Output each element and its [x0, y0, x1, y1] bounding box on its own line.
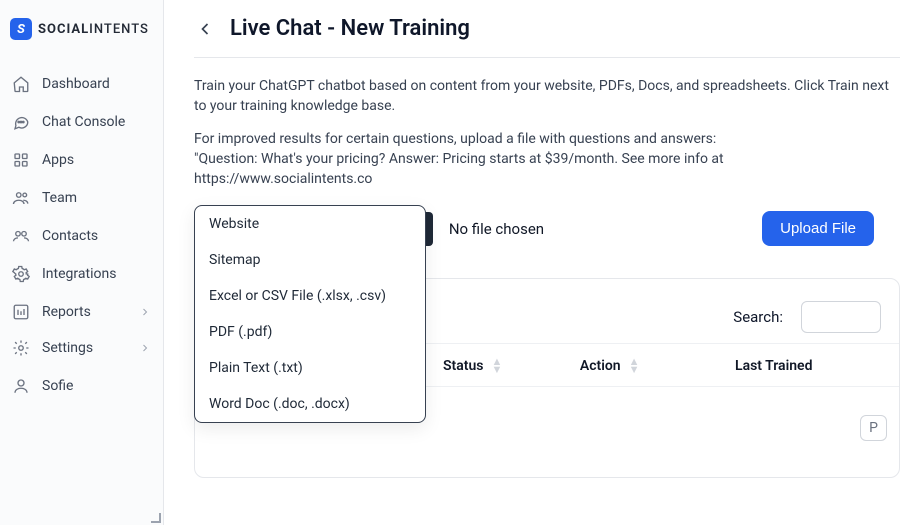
dropdown-item-pdf[interactable]: PDF (.pdf): [195, 314, 425, 350]
search-label: Search:: [733, 308, 791, 326]
dropdown-item-excel-csv[interactable]: Excel or CSV File (.xlsx, .csv): [195, 278, 425, 314]
gear-icon: [12, 265, 30, 283]
sort-icon: ▲▼: [629, 358, 640, 374]
chart-icon: [12, 303, 30, 321]
title-row: Live Chat - New Training: [194, 16, 900, 58]
dropdown-item-sitemap[interactable]: Sitemap: [195, 242, 425, 278]
sidebar-item-dashboard[interactable]: Dashboard: [2, 66, 161, 102]
intro-paragraph-1: Train your ChatGPT chatbot based on cont…: [194, 76, 900, 117]
training-type-dropdown-menu: Website Sitemap Excel or CSV File (.xlsx…: [194, 205, 426, 423]
sidebar-item-label: Settings: [42, 340, 93, 356]
brand-icon: S: [10, 18, 32, 40]
sidebar-item-label: Integrations: [42, 266, 116, 282]
user-icon: [12, 377, 30, 395]
intro-paragraph-2: For improved results for certain questio…: [194, 129, 900, 190]
file-status: No file chosen: [449, 220, 544, 238]
sidebar-item-team[interactable]: Team: [2, 180, 161, 216]
upload-file-button[interactable]: Upload File: [762, 211, 874, 246]
sidebar-item-label: Dashboard: [42, 76, 110, 92]
pager-button[interactable]: P: [860, 415, 887, 441]
primary-nav: Dashboard Chat Console Apps Team: [0, 66, 163, 330]
sidebar-item-label: Apps: [42, 152, 74, 168]
chevron-right-icon: [139, 342, 151, 354]
back-button[interactable]: [194, 18, 216, 40]
upload-file-label: Upload File: [780, 220, 856, 237]
sidebar-item-apps[interactable]: Apps: [2, 142, 161, 178]
users-icon: [12, 189, 30, 207]
dropdown-item-word-doc[interactable]: Word Doc (.doc, .docx): [195, 386, 425, 422]
sidebar-item-reports[interactable]: Reports: [2, 294, 161, 330]
sidebar-item-label: Sofie: [42, 378, 73, 394]
sidebar-item-label: Contacts: [42, 228, 98, 244]
sidebar: S SOCIALINTENTS Dashboard Chat Console: [0, 0, 164, 525]
contacts-icon: [12, 227, 30, 245]
sidebar-item-settings[interactable]: Settings: [2, 330, 161, 366]
sidebar-item-label: Reports: [42, 304, 91, 320]
column-header-last-trained[interactable]: Last Trained: [735, 358, 881, 374]
search-input[interactable]: [801, 301, 881, 333]
column-header-status[interactable]: Status ▲▼: [443, 358, 580, 374]
sidebar-item-label: Chat Console: [42, 114, 125, 130]
dropdown-item-plain-text[interactable]: Plain Text (.txt): [195, 350, 425, 386]
main-content: Live Chat - New Training Train your Chat…: [164, 0, 900, 525]
dropdown-item-website[interactable]: Website: [195, 206, 425, 242]
settings-icon: [12, 339, 30, 357]
column-header-action[interactable]: Action ▲▼: [580, 358, 735, 374]
sidebar-item-chat-console[interactable]: Chat Console: [2, 104, 161, 140]
sort-icon: ▲▼: [491, 358, 502, 374]
secondary-nav: Settings Sofie: [0, 330, 163, 525]
sidebar-item-integrations[interactable]: Integrations: [2, 256, 161, 292]
sidebar-item-label: Team: [42, 190, 77, 206]
home-icon: [12, 75, 30, 93]
sidebar-item-profile[interactable]: Sofie: [2, 368, 161, 404]
intro-text: Train your ChatGPT chatbot based on cont…: [194, 58, 900, 207]
page-title: Live Chat - New Training: [230, 16, 470, 41]
brand-name: SOCIALINTENTS: [38, 22, 149, 37]
grid-icon: [12, 151, 30, 169]
chevron-right-icon: [139, 306, 151, 318]
brand: S SOCIALINTENTS: [0, 0, 163, 66]
chat-icon: [12, 113, 30, 131]
sidebar-item-contacts[interactable]: Contacts: [2, 218, 161, 254]
